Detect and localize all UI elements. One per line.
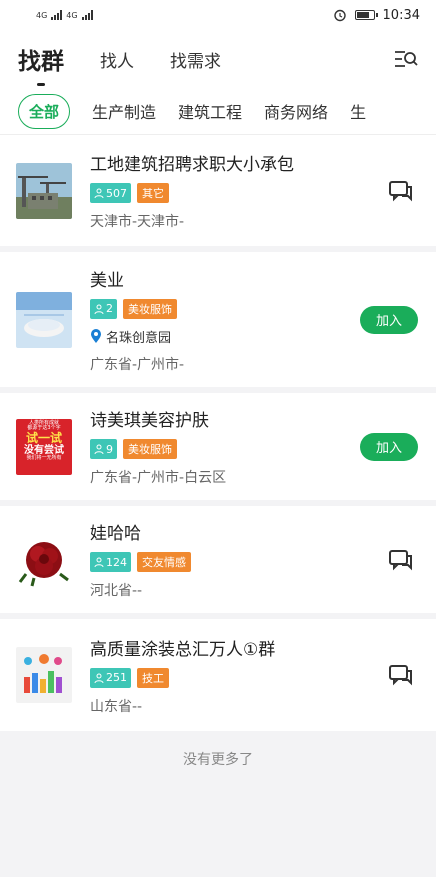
group-title: 美业 xyxy=(90,270,124,291)
member-count: 251 xyxy=(106,671,127,684)
place-name: 名珠创意园 xyxy=(106,330,172,346)
group-avatar xyxy=(16,162,72,219)
join-button[interactable]: 加入 xyxy=(360,305,418,334)
avatar-text-3: 试一试 xyxy=(25,430,62,445)
join-button[interactable]: 加入 xyxy=(360,432,418,461)
avatar-text-5: 我们将一无所有 xyxy=(26,454,62,461)
top-tab-bar: 找群 找人 找需求 xyxy=(0,30,436,88)
person-icon xyxy=(94,673,104,683)
group-location: 天津市-天津市- xyxy=(90,214,185,230)
group-avatar xyxy=(16,647,72,703)
group-avatar xyxy=(16,291,72,348)
signal-1-icon xyxy=(51,10,63,20)
category-tag: 其它 xyxy=(137,183,169,203)
group-location: 河北省-- xyxy=(90,583,143,599)
member-count-badge: 507 xyxy=(90,183,131,203)
person-icon xyxy=(94,304,104,314)
category-tag: 交友情感 xyxy=(137,552,191,572)
person-icon xyxy=(94,188,104,198)
signal-2-icon xyxy=(81,10,93,20)
chat-icon[interactable] xyxy=(388,663,414,687)
battery-icon xyxy=(354,10,378,20)
signal-2-label: 4G xyxy=(66,11,78,20)
category-tag: 技工 xyxy=(137,667,169,688)
member-count-badge: 2 xyxy=(90,298,117,319)
status-time: 10:34 xyxy=(382,7,420,23)
group-location: 广东省-广州市- xyxy=(90,356,185,373)
signal-indicators: 4G 4G xyxy=(36,10,93,20)
category-construction[interactable]: 建筑工程 xyxy=(178,99,242,123)
group-title: 诗美琪美容护肤 xyxy=(90,411,209,431)
alarm-icon xyxy=(333,9,346,22)
tab-find-group[interactable]: 找群 xyxy=(18,42,64,86)
group-avatar: 人类所有成就 都源于这3个字 试一试 没有尝试 我们将一无所有 xyxy=(16,418,72,475)
status-bar: 4G 4G 10:34 xyxy=(0,0,436,30)
group-title: 高质量涂装总汇万人①群 xyxy=(90,639,276,660)
member-count: 507 xyxy=(106,186,127,200)
chat-icon[interactable] xyxy=(388,548,414,572)
location-pin-icon xyxy=(91,328,101,343)
chat-icon[interactable] xyxy=(388,179,414,203)
member-count-badge: 9 xyxy=(90,439,117,459)
end-of-list-text: 没有更多了 xyxy=(183,752,253,768)
group-location: 广东省-广州市-白云区 xyxy=(90,470,227,486)
category-bar: 全部 生产制造 建筑工程 商务网络 生 xyxy=(0,88,436,135)
category-tag: 美妆服饰 xyxy=(123,298,177,319)
category-tag: 美妆服饰 xyxy=(123,439,177,459)
group-title: 娃哈哈 xyxy=(90,524,141,544)
list-item[interactable]: 高质量涂装总汇万人①群 251 技工 山东省-- xyxy=(0,619,436,731)
group-location: 山东省-- xyxy=(90,698,143,715)
member-count: 9 xyxy=(106,442,113,456)
category-business[interactable]: 商务网络 xyxy=(264,99,328,123)
category-manufacturing[interactable]: 生产制造 xyxy=(92,99,156,123)
category-all[interactable]: 全部 xyxy=(18,93,71,129)
member-count: 124 xyxy=(106,555,127,569)
tab-find-people[interactable]: 找人 xyxy=(100,47,134,72)
member-count-badge: 251 xyxy=(90,667,131,688)
list-item[interactable]: 工地建筑招聘求职大小承包 507 其它 天津市-天津市- xyxy=(0,135,436,252)
member-count: 2 xyxy=(106,302,113,315)
signal-1-label: 4G xyxy=(36,11,48,20)
tab-find-demand[interactable]: 找需求 xyxy=(170,47,221,72)
member-count-badge: 124 xyxy=(90,552,131,572)
group-avatar xyxy=(16,531,72,588)
person-icon xyxy=(94,557,104,567)
group-list: 工地建筑招聘求职大小承包 507 其它 天津市-天津市- 美业 2 美妆服饰 名… xyxy=(0,135,436,731)
category-partial[interactable]: 生 xyxy=(350,99,366,123)
list-item[interactable]: 人类所有成就 都源于这3个字 试一试 没有尝试 我们将一无所有 诗美琪美容护肤 … xyxy=(0,393,436,506)
list-item[interactable]: 娃哈哈 124 交友情感 河北省-- xyxy=(0,506,436,619)
list-item[interactable]: 美业 2 美妆服饰 名珠创意园 广东省-广州市- 加入 xyxy=(0,252,436,393)
search-filter-icon[interactable] xyxy=(392,45,420,73)
group-title: 工地建筑招聘求职大小承包 xyxy=(90,155,294,175)
person-icon xyxy=(94,444,104,454)
